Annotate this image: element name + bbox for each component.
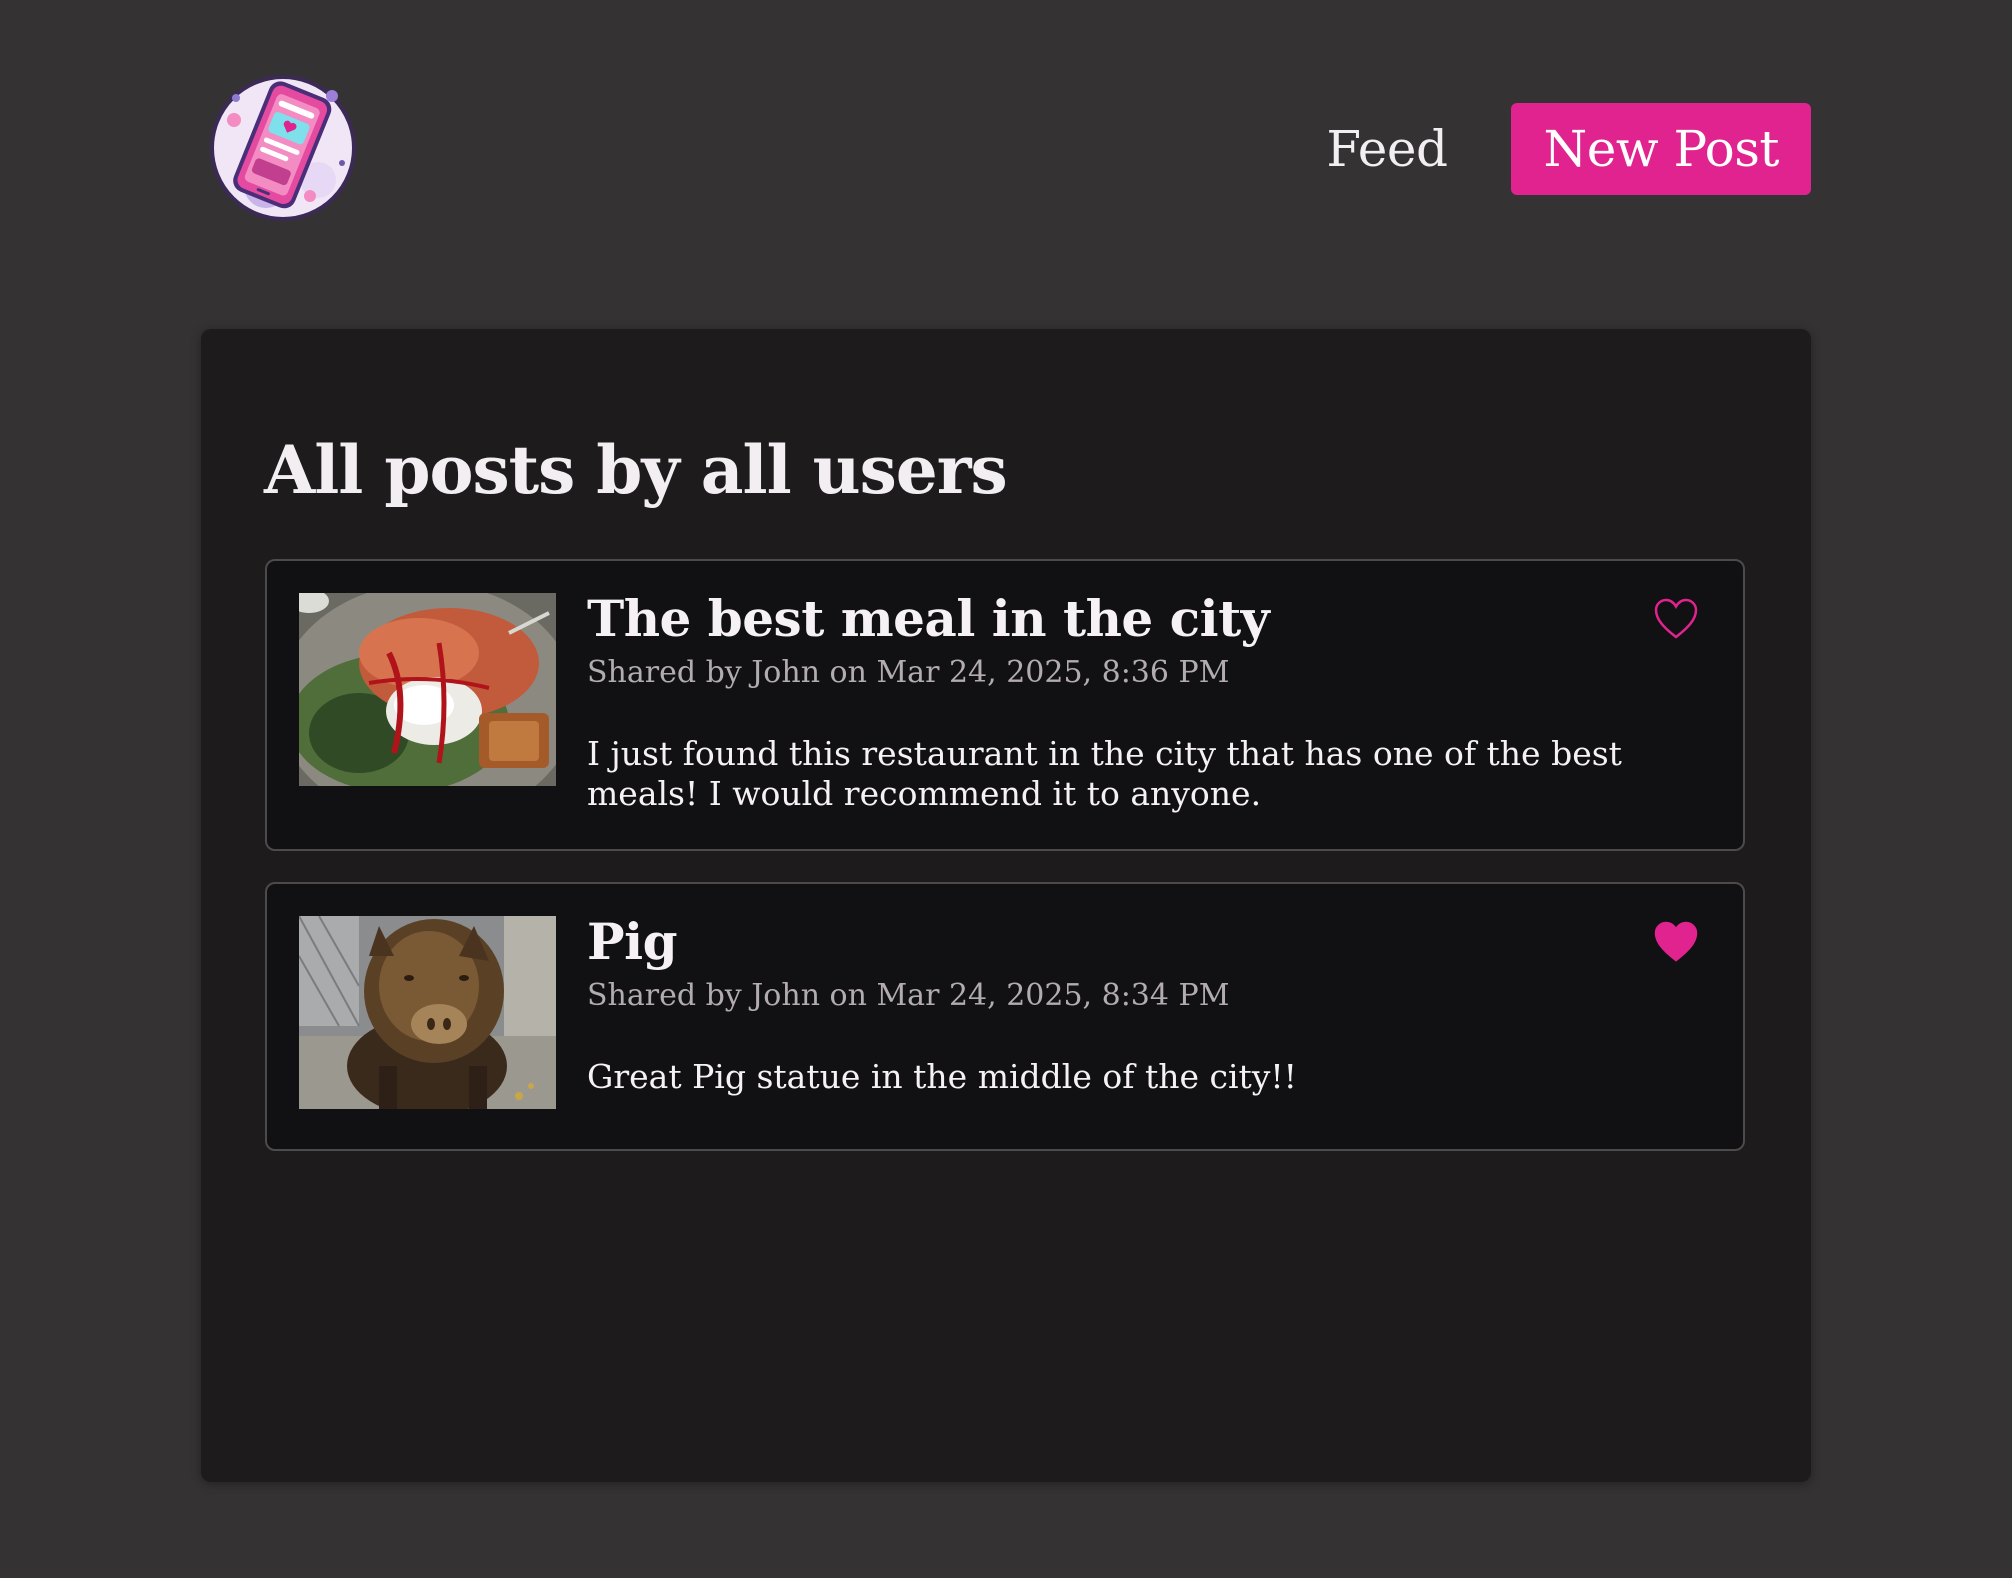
- heart-filled-icon[interactable]: [1653, 920, 1699, 964]
- main-panel: All posts by all users The best meal in …: [201, 329, 1811, 1482]
- page-title: All posts by all users: [264, 431, 1008, 509]
- post-card[interactable]: The best meal in the city Shared by John…: [265, 559, 1745, 851]
- post-meta: Shared by John on Mar 24, 2025, 8:34 PM: [587, 978, 1230, 1013]
- post-card[interactable]: Pig Shared by John on Mar 24, 2025, 8:34…: [265, 882, 1745, 1151]
- app-logo-icon[interactable]: [206, 68, 360, 222]
- site-header: Feed New Post: [0, 0, 2012, 300]
- post-image: [299, 916, 556, 1109]
- main-nav: Feed New Post: [1326, 103, 1811, 195]
- post-body: I just found this restaurant in the city…: [587, 734, 1622, 813]
- post-body: Great Pig statue in the middle of the ci…: [587, 1057, 1297, 1096]
- nav-feed-link[interactable]: Feed: [1326, 120, 1448, 178]
- post-title: The best meal in the city: [587, 589, 1270, 648]
- new-post-button[interactable]: New Post: [1511, 103, 1811, 195]
- heart-outline-icon[interactable]: [1653, 597, 1699, 641]
- post-meta: Shared by John on Mar 24, 2025, 8:36 PM: [587, 655, 1230, 690]
- post-title: Pig: [587, 912, 678, 971]
- post-image: [299, 593, 556, 786]
